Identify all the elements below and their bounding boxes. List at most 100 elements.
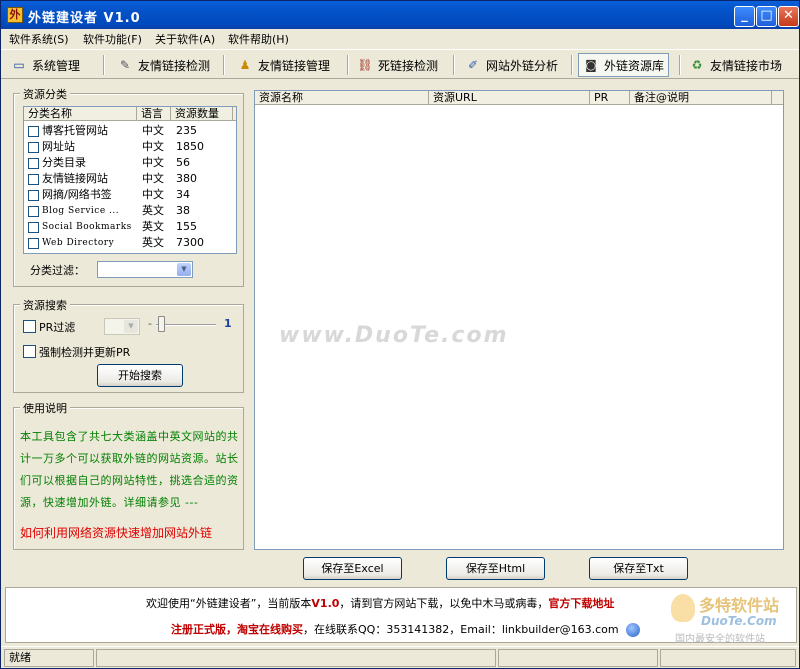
close-button[interactable]: ✕ (778, 6, 799, 27)
usage-group-title: 使用说明 (20, 400, 70, 416)
save-html-button[interactable]: 保存至Html (446, 557, 545, 580)
col-category-name[interactable]: 分类名称 (24, 107, 137, 121)
category-language: 英文 (142, 220, 164, 233)
category-checkbox[interactable] (28, 190, 39, 201)
tool-label: 外链资源库 (604, 58, 665, 73)
category-row[interactable]: 网摘/网络书签 中文 34 (24, 187, 234, 203)
category-row[interactable]: 分类目录 中文 56 (24, 155, 234, 171)
contact-info: ，在线联系QQ：353141382，Email：linkbuilder@163.… (303, 623, 619, 636)
col-resource-name[interactable]: 资源名称 (255, 91, 429, 105)
category-row[interactable]: 网址站 中文 1850 (24, 139, 234, 155)
minimize-button[interactable]: _ (734, 6, 755, 27)
mascot-icon (671, 594, 695, 622)
force-update-label: 强制检测并更新PR (39, 346, 131, 359)
category-language: 中文 (142, 156, 164, 169)
tool-link-market[interactable]: ♻ 友情链接市场 (685, 53, 786, 77)
category-checkbox[interactable] (28, 158, 39, 169)
resource-results-list[interactable]: 资源名称 资源URL PR 备注@说明 (254, 90, 784, 550)
official-download-link[interactable]: 官方下载地址 (548, 597, 614, 610)
category-row[interactable]: 友情链接网站 中文 380 (24, 171, 234, 187)
footer-notice: 欢迎使用“外链建设者”，当前版本V1.0，请到官方网站下载，以免中木马或病毒，官… (146, 595, 614, 611)
category-count: 34 (176, 188, 190, 201)
pr-filter-label: PR过滤 (39, 321, 76, 334)
tool-link-check[interactable]: ✎ 友情链接检测 (113, 53, 214, 77)
toolbar-separator (571, 55, 573, 75)
start-search-button[interactable]: 开始搜索 (97, 364, 183, 387)
col-resource-url[interactable]: 资源URL (429, 91, 590, 105)
status-bar: 就绪 (1, 646, 799, 668)
pr-slider-track[interactable] (156, 324, 216, 326)
status-panel-2 (96, 649, 496, 667)
toolbar-separator (223, 55, 225, 75)
search-group-title: 资源搜索 (20, 297, 70, 313)
filter-label: 分类过滤： (30, 264, 85, 277)
window-title: 外链建设者 V1.0 (28, 11, 141, 26)
category-checkbox[interactable] (28, 238, 39, 249)
pr-filter-checkbox[interactable] (23, 320, 36, 333)
status-text: 就绪 (4, 649, 94, 667)
tool-system-manage[interactable]: ▭ 系统管理 (7, 53, 84, 77)
tool-resource-library[interactable]: ◙ 外链资源库 (578, 53, 670, 77)
logo-tagline: 国内最安全的软件站 (675, 634, 765, 645)
usage-help-link[interactable]: 如何利用网络资源快速增加网站外链 (20, 524, 245, 541)
col-count[interactable]: 资源数量 (171, 107, 233, 121)
category-checkbox[interactable] (28, 206, 39, 217)
category-row[interactable]: Blog Service ... 英文 38 (24, 203, 234, 219)
duote-logo: 多特软件站 DuoTe.Com 国内最安全的软件站 (671, 590, 796, 645)
menu-function[interactable]: 软件功能(F) (83, 31, 142, 47)
menu-help[interactable]: 软件帮助(H) (228, 31, 289, 47)
category-row[interactable]: 博客托管网站 中文 235 (24, 123, 234, 139)
category-name: 分类目录 (42, 156, 86, 169)
col-remark[interactable]: 备注@说明 (630, 91, 772, 105)
footer-panel: 欢迎使用“外链建设者”，当前版本V1.0，请到官方网站下载，以免中木马或病毒，官… (5, 587, 797, 645)
app-icon: 外 (7, 7, 23, 23)
app-window: 外 外链建设者 V1.0 _ □ ✕ 软件系统(S) 软件功能(F) 关于软件(… (0, 0, 800, 669)
pen-icon: ✎ (119, 58, 131, 72)
title-bar[interactable]: 外 外链建设者 V1.0 _ □ ✕ (1, 1, 799, 29)
save-excel-button[interactable]: 保存至Excel (303, 557, 402, 580)
category-checkbox[interactable] (28, 222, 39, 233)
tool-link-analysis[interactable]: ✐ 网站外链分析 (461, 53, 562, 77)
analysis-icon: ✐ (467, 58, 479, 72)
search-group: 资源搜索 PR过滤 ▼ - 1 强制检测并更新PR 开始搜索 (13, 297, 244, 393)
pr-slider-thumb[interactable] (158, 316, 165, 332)
category-name: 网址站 (42, 140, 75, 153)
menu-about[interactable]: 关于软件(A) (155, 31, 215, 47)
category-row[interactable]: Social Bookmarks 英文 155 (24, 219, 234, 235)
category-checkbox[interactable] (28, 142, 39, 153)
tool-link-manage[interactable]: ♟ 友情链接管理 (233, 53, 334, 77)
logo-subtext: DuoTe.Com (701, 614, 777, 628)
category-name: Blog Service ... (42, 206, 120, 216)
menu-system[interactable]: 软件系统(S) (9, 31, 69, 47)
tool-label: 友情链接市场 (710, 58, 783, 73)
col-pr[interactable]: PR (590, 91, 630, 105)
tool-label: 死链接检测 (378, 58, 439, 73)
status-panel-3 (498, 649, 658, 667)
force-update-checkbox[interactable] (23, 345, 36, 358)
col-language[interactable]: 语言 (137, 107, 171, 121)
duote-watermark: www.DuoTe.com (279, 323, 509, 348)
register-buy-link[interactable]: 注册正式版，淘宝在线购买 (171, 623, 303, 636)
minus-icon: - (148, 317, 152, 330)
category-list[interactable]: 分类名称 语言 资源数量 博客托管网站 中文 235 网址站 中文 1850 分类目录 中文 5… (23, 106, 237, 254)
category-row[interactable]: Web Directory 英文 7300 (24, 235, 234, 251)
category-language: 中文 (142, 124, 164, 137)
chevron-down-icon: ▼ (177, 263, 191, 276)
toolbar-separator (679, 55, 681, 75)
pr-value-select[interactable]: ▼ (104, 318, 140, 335)
maximize-button[interactable]: □ (756, 6, 777, 27)
footer-warning-text: ，请到官方网站下载，以免中木马或病毒， (339, 597, 549, 610)
category-filter-select[interactable]: ▼ (97, 261, 193, 278)
category-checkbox[interactable] (28, 126, 39, 137)
minimize-icon: _ (741, 8, 748, 23)
category-checkbox[interactable] (28, 174, 39, 185)
user-icon: ♟ (239, 58, 251, 72)
tool-dead-link[interactable]: ⛓ 死链接检测 (353, 53, 442, 77)
save-txt-button[interactable]: 保存至Txt (589, 557, 688, 580)
category-language: 中文 (142, 172, 164, 185)
category-name: Web Directory (42, 238, 115, 248)
category-group-title: 资源分类 (20, 86, 70, 102)
chevron-down-icon: ▼ (124, 320, 138, 333)
database-icon: ◙ (585, 58, 597, 72)
category-language: 中文 (142, 188, 164, 201)
